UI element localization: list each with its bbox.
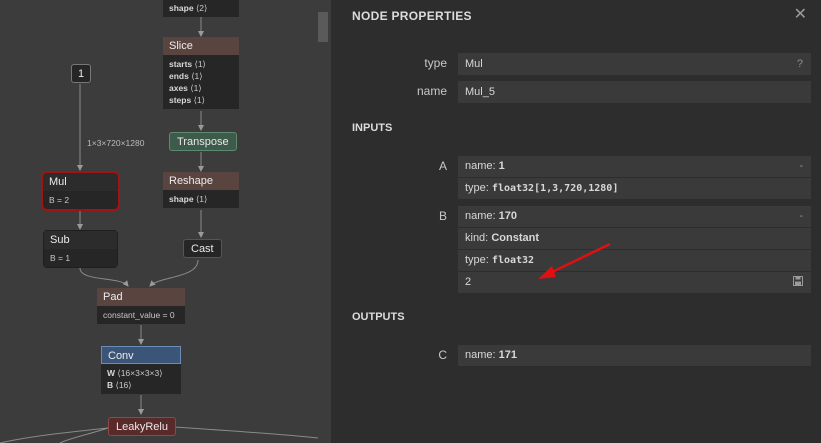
close-icon[interactable]: ✕: [794, 4, 807, 24]
name-field: Mul_5: [458, 81, 811, 103]
input-b-name-row: name: 170 -: [458, 206, 811, 227]
type-value: Mul: [465, 58, 483, 70]
type-field: Mul ?: [458, 53, 811, 75]
input-a-name-row: name: 1 -: [458, 156, 811, 177]
collapse-toggle-a[interactable]: -: [799, 156, 803, 177]
name-label: name: [416, 84, 447, 98]
input-a-type-value: float32[1,3,720,1280]: [491, 183, 619, 194]
graph-input-1[interactable]: 1: [71, 64, 91, 83]
output-c-name-row: name: 171: [458, 345, 811, 366]
node-slice-attrs: starts ⟨1⟩ ends ⟨1⟩ axes ⟨1⟩ steps ⟨1⟩: [163, 55, 239, 109]
node-sub[interactable]: Sub B = 1: [43, 230, 118, 268]
input-a-name-value: 1: [498, 160, 505, 172]
input-a-name-key: name:: [465, 160, 496, 172]
node-top-partial[interactable]: shape ⟨2⟩: [163, 0, 239, 17]
node-reshape-title: Reshape: [163, 172, 239, 190]
input-b-type-row: type: float32: [458, 249, 811, 271]
node-conv-attrs: W ⟨16×3×3×3⟩ B ⟨16⟩: [101, 364, 181, 394]
node-mul-attr: B = 2: [43, 191, 118, 209]
node-pad[interactable]: Pad constant_value = 0: [97, 288, 185, 324]
input-b-value-row: 2: [458, 271, 811, 293]
input-b-field: name: 170 - kind: Constant type: float32…: [458, 206, 811, 293]
node-reshape-attr: shape ⟨1⟩: [163, 190, 239, 208]
node-mul-selected[interactable]: Mul B = 2: [41, 171, 120, 211]
output-c-name-value: 171: [498, 349, 517, 361]
output-c-label: C: [438, 348, 447, 362]
input-a-type-key: type:: [465, 182, 489, 194]
node-sub-title: Sub: [44, 231, 117, 249]
input-b-type-key: type:: [465, 254, 489, 266]
slice-attr-steps: steps ⟨1⟩: [169, 95, 205, 105]
collapse-toggle-b[interactable]: -: [799, 206, 803, 227]
node-properties-panel: NODE PROPERTIES ✕ type Mul ? name Mul_5 …: [331, 0, 821, 443]
slice-attr-axes: axes ⟨1⟩: [169, 83, 202, 93]
node-transpose[interactable]: Transpose: [169, 132, 237, 151]
slice-attr-ends: ends ⟨1⟩: [169, 71, 203, 81]
input-a-type-row: type: float32[1,3,720,1280]: [458, 177, 811, 199]
input-b-kind-row: kind: Constant: [458, 227, 811, 249]
input-b-kind-key: kind:: [465, 232, 489, 244]
node-mul-title: Mul: [43, 173, 118, 191]
graph-scrollbar[interactable]: [318, 12, 328, 42]
inputs-heading: INPUTS: [352, 122, 393, 134]
conv-attr-b: B ⟨16⟩: [107, 380, 132, 390]
node-slice-title: Slice: [163, 37, 239, 55]
help-icon[interactable]: ?: [797, 53, 803, 75]
slice-attr-starts: starts ⟨1⟩: [169, 59, 206, 69]
input-a-field: name: 1 - type: float32[1,3,720,1280]: [458, 156, 811, 199]
output-c-field: name: 171: [458, 345, 811, 366]
save-icon[interactable]: [793, 272, 803, 293]
outputs-heading: OUTPUTS: [352, 311, 405, 323]
panel-title: NODE PROPERTIES: [352, 9, 472, 23]
graph-canvas[interactable]: shape ⟨2⟩ Slice starts ⟨1⟩ ends ⟨1⟩ axes…: [0, 0, 331, 443]
node-cast[interactable]: Cast: [183, 239, 222, 258]
name-value: Mul_5: [465, 86, 495, 98]
annotation-arrow: [538, 242, 611, 279]
node-leakyrelu[interactable]: LeakyRelu: [108, 417, 176, 436]
node-sub-attr: B = 1: [44, 249, 117, 267]
node-conv-title: Conv: [101, 346, 181, 364]
node-reshape[interactable]: Reshape shape ⟨1⟩: [163, 172, 239, 208]
node-top-attr: shape ⟨2⟩: [163, 0, 239, 17]
output-c-name-key: name:: [465, 349, 496, 361]
conv-attr-w: W ⟨16×3×3×3⟩: [107, 368, 163, 378]
input-a-label: A: [438, 159, 447, 173]
node-conv[interactable]: Conv W ⟨16×3×3×3⟩ B ⟨16⟩: [101, 346, 181, 394]
input-b-tensor-value: 2: [465, 276, 472, 288]
type-label: type: [424, 56, 447, 70]
node-pad-attr: constant_value = 0: [97, 306, 185, 324]
node-slice[interactable]: Slice starts ⟨1⟩ ends ⟨1⟩ axes ⟨1⟩ steps…: [163, 37, 239, 109]
input-b-name-key: name:: [465, 210, 496, 222]
input-b-name-value: 170: [498, 210, 517, 222]
edge-shape-label: 1×3×720×1280: [87, 138, 145, 148]
node-pad-title: Pad: [97, 288, 185, 306]
input-b-label: B: [438, 209, 447, 223]
